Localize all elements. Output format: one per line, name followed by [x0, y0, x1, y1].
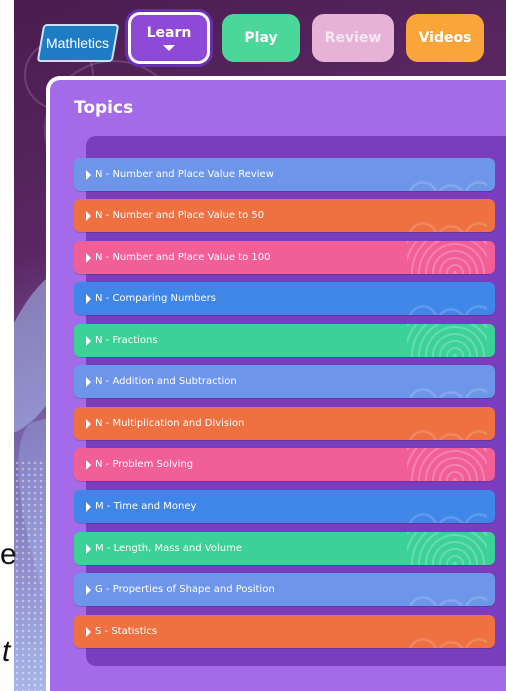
play-arrow-icon [86, 210, 91, 221]
topic-item[interactable]: N - Number and Place Value to 50 [74, 199, 495, 232]
topic-item[interactable]: N - Problem Solving [74, 448, 495, 481]
play-arrow-icon [86, 169, 91, 180]
topic-item[interactable]: N - Comparing Numbers [74, 282, 495, 315]
tab-play-label: Play [244, 30, 278, 46]
tab-review-label: Review [324, 30, 382, 46]
ring-pattern-icon [407, 532, 487, 565]
play-arrow-icon [86, 418, 91, 429]
wave-pattern-icon [407, 199, 487, 232]
screenshot-stage: e t Mathletics Learn Play Review Videos … [0, 0, 506, 691]
play-arrow-icon [86, 293, 91, 304]
topic-label: N - Fractions [95, 335, 158, 346]
edge-text-fragment: e [0, 538, 17, 571]
logo-text: Mathletics [46, 35, 110, 51]
topic-item[interactable]: N - Number and Place Value to 100 [74, 241, 495, 274]
play-arrow-icon [86, 626, 91, 637]
panel-title: Topics [74, 98, 134, 118]
topic-item[interactable]: M - Length, Mass and Volume [74, 532, 495, 565]
edge-text-fragment: t [2, 635, 11, 668]
chevron-down-icon [163, 45, 175, 51]
play-arrow-icon [86, 252, 91, 263]
topic-label: N - Number and Place Value to 50 [95, 210, 265, 221]
play-arrow-icon [86, 584, 91, 595]
play-arrow-icon [86, 376, 91, 387]
tab-videos-label: Videos [418, 30, 472, 46]
tab-review[interactable]: Review [312, 14, 394, 62]
ring-pattern-icon [407, 448, 487, 481]
topic-label: N - Comparing Numbers [95, 293, 216, 304]
wave-pattern-icon [407, 573, 487, 606]
play-arrow-icon [86, 335, 91, 346]
tab-play[interactable]: Play [222, 14, 300, 62]
wave-pattern-icon [407, 407, 487, 440]
play-arrow-icon [86, 501, 91, 512]
topic-item[interactable]: N - Addition and Subtraction [74, 365, 495, 398]
topic-item[interactable]: G - Properties of Shape and Position [74, 573, 495, 606]
wave-pattern-icon [407, 158, 487, 191]
topic-label: N - Multiplication and Division [95, 418, 245, 429]
topic-item[interactable]: M - Time and Money [74, 490, 495, 523]
wave-pattern-icon [407, 490, 487, 523]
topic-item[interactable]: N - Fractions [74, 324, 495, 357]
topic-item[interactable]: N - Number and Place Value Review [74, 158, 495, 191]
ring-pattern-icon [407, 324, 487, 357]
topic-label: G - Properties of Shape and Position [95, 584, 275, 595]
topic-label: N - Number and Place Value to 100 [95, 252, 271, 263]
topic-label: N - Problem Solving [95, 459, 194, 470]
tab-videos[interactable]: Videos [406, 14, 484, 62]
topic-label: M - Time and Money [95, 501, 197, 512]
tab-learn-label: Learn [146, 25, 192, 41]
tab-learn[interactable]: Learn [128, 12, 210, 64]
wave-pattern-icon [407, 615, 487, 648]
play-arrow-icon [86, 543, 91, 554]
wave-pattern-icon [407, 282, 487, 315]
topic-label: M - Length, Mass and Volume [95, 543, 242, 554]
topic-label: N - Number and Place Value Review [95, 169, 274, 180]
mathletics-logo[interactable]: Mathletics [36, 24, 120, 62]
topic-label: N - Addition and Subtraction [95, 376, 237, 387]
topic-item[interactable]: N - Multiplication and Division [74, 407, 495, 440]
wave-pattern-icon [407, 365, 487, 398]
topic-item[interactable]: S - Statistics [74, 615, 495, 648]
play-arrow-icon [86, 459, 91, 470]
ring-pattern-icon [407, 241, 487, 274]
topic-label: S - Statistics [95, 626, 158, 637]
